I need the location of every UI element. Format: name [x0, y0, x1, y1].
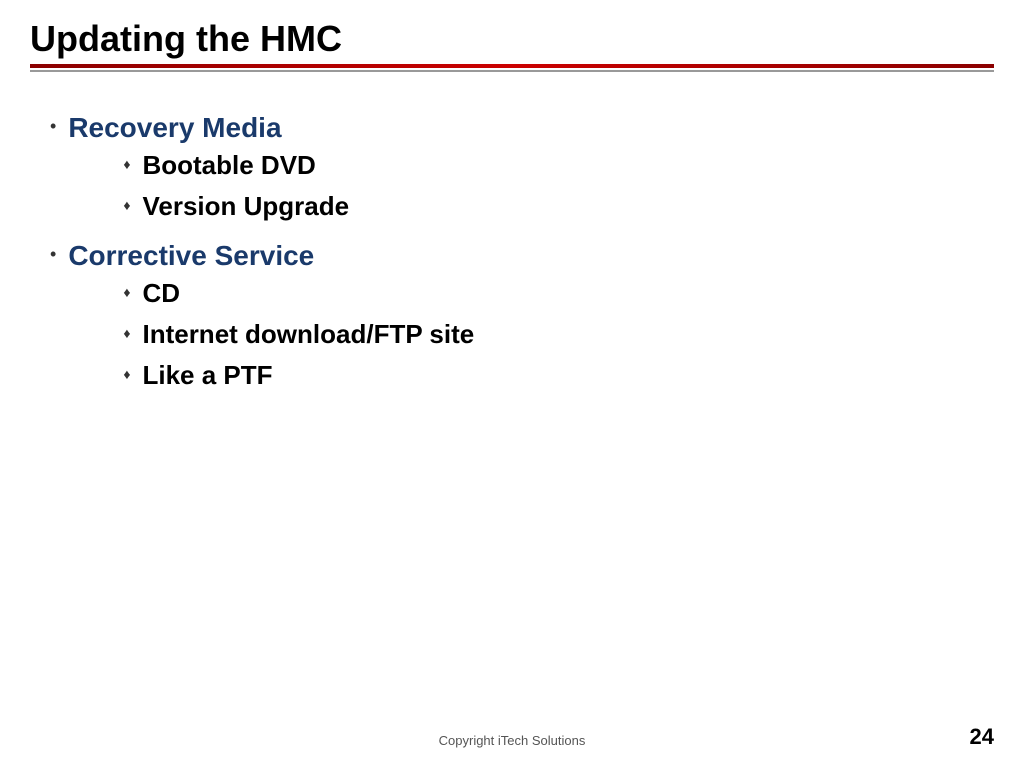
footer: Copyright iTech Solutions [0, 733, 1024, 748]
bullet-icon: ♦ [123, 156, 130, 172]
bullet-icon: ♦ [123, 284, 130, 300]
main-list: • Recovery Media ♦ Bootable DVD ♦ Versio… [50, 112, 974, 401]
slide-content: • Recovery Media ♦ Bootable DVD ♦ Versio… [0, 82, 1024, 441]
slide: Updating the HMC • Recovery Media ♦ Boot… [0, 0, 1024, 768]
bullet-icon: • [50, 116, 56, 137]
bullet-icon: ♦ [123, 325, 130, 341]
list-item: ♦ Internet download/FTP site [123, 319, 474, 350]
list-item: ♦ Version Upgrade [123, 191, 349, 222]
bullet-icon: ♦ [123, 197, 130, 213]
copyright-text: Copyright iTech Solutions [439, 733, 586, 748]
divider-thin [30, 70, 994, 72]
level1-label: Recovery Media [68, 112, 281, 143]
divider-top [30, 64, 994, 68]
sub-list: ♦ CD ♦ Internet download/FTP site ♦ Like… [123, 278, 474, 391]
level2-label: Like a PTF [142, 360, 272, 391]
level2-label: CD [142, 278, 180, 309]
sub-list: ♦ Bootable DVD ♦ Version Upgrade [123, 150, 349, 222]
level2-label: Version Upgrade [142, 191, 349, 222]
bullet-icon: ♦ [123, 366, 130, 382]
slide-header: Updating the HMC [0, 0, 1024, 82]
slide-number: 24 [970, 724, 994, 750]
level2-label: Bootable DVD [142, 150, 315, 181]
list-item: • Corrective Service ♦ CD ♦ Internet dow… [50, 240, 974, 401]
slide-title: Updating the HMC [30, 18, 994, 60]
list-item: ♦ Like a PTF [123, 360, 474, 391]
list-item: ♦ Bootable DVD [123, 150, 349, 181]
list-item: • Recovery Media ♦ Bootable DVD ♦ Versio… [50, 112, 974, 232]
level1-label: Corrective Service [68, 240, 314, 271]
list-item: ♦ CD [123, 278, 474, 309]
bullet-icon: • [50, 244, 56, 265]
level2-label: Internet download/FTP site [142, 319, 474, 350]
